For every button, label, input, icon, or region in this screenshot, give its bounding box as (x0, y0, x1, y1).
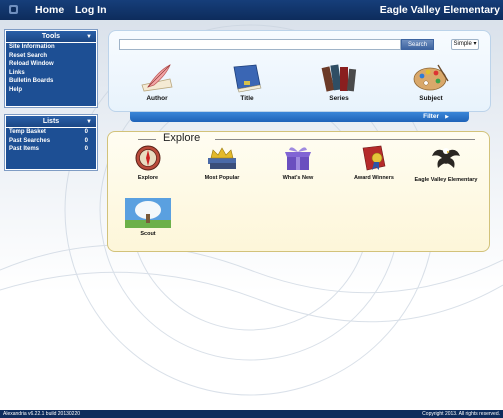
tools-title: Tools (41, 33, 61, 40)
explore-item-whats-new[interactable]: What's New (258, 144, 338, 181)
search-category-label: Series (329, 95, 349, 102)
lists-panel-header[interactable]: Lists ▼ (6, 116, 96, 128)
new-gift-icon (285, 147, 311, 170)
site-title: Eagle Valley Elementary (379, 4, 500, 16)
search-panel: Search Simple ▾ Author Title Series Subj… (108, 30, 491, 112)
version-text: Alexandria v6.22.1 build 20130220 (3, 411, 81, 417)
explore-item-award-winners[interactable]: Award Winners (334, 144, 414, 181)
explore-title: Explore (163, 132, 201, 144)
palette-icon (413, 64, 449, 91)
search-button[interactable]: Search (401, 39, 434, 50)
search-category-series[interactable]: Series (309, 61, 369, 102)
filter-bar[interactable]: Filter ▶ (130, 112, 469, 122)
explore-item-label: Scout (140, 231, 156, 237)
lists-panel: Lists ▼ Temp Basket 0 Past Searches 0 Pa… (5, 115, 97, 170)
search-category-label: Author (146, 95, 168, 102)
crown-books-icon (208, 147, 236, 169)
explore-item-label: Explore (137, 175, 159, 181)
quill-pen-icon (141, 64, 173, 92)
list-item-label: Past Searches (9, 137, 51, 144)
tools-panel-header[interactable]: Tools ▼ (6, 31, 96, 43)
divider (138, 139, 156, 140)
tools-panel: Tools ▼ Site Information Reset Search Re… (5, 30, 97, 107)
books-stack-icon (321, 64, 357, 92)
list-item-temp-basket[interactable]: Temp Basket 0 (6, 128, 96, 137)
chevron-down-icon[interactable]: ▼ (86, 31, 92, 43)
list-item-count: 0 (84, 129, 88, 135)
list-item-label: Temp Basket (9, 129, 46, 135)
list-item-past-items[interactable]: Past Items 0 (6, 145, 96, 154)
explore-item-eagle-valley[interactable]: Eagle Valley Elementary (406, 144, 486, 183)
home-icon[interactable] (9, 5, 18, 14)
explore-item-label: Award Winners (354, 175, 394, 181)
tool-item-site-information[interactable]: Site Information (6, 43, 96, 52)
list-item-count: 0 (84, 137, 88, 144)
book-icon (233, 64, 262, 93)
tool-item-links[interactable]: Links (6, 69, 96, 78)
eagle-icon (432, 148, 460, 168)
explore-panel: Explore Explore Most Popular What's New (107, 131, 490, 252)
chevron-down-icon: ▾ (471, 41, 477, 47)
award-ribbon-icon (362, 145, 386, 171)
filter-label: Filter (423, 113, 439, 120)
arrow-right-icon: ▶ (445, 114, 449, 120)
list-item-count: 0 (84, 146, 88, 152)
list-item-past-searches[interactable]: Past Searches 0 (6, 137, 96, 146)
search-input[interactable] (119, 39, 401, 50)
footer: Alexandria v6.22.1 build 20130220 Copyri… (0, 410, 503, 418)
tool-item-help[interactable]: Help (6, 86, 96, 95)
search-category-label: Title (240, 95, 254, 102)
search-category-subject[interactable]: Subject (401, 61, 461, 102)
tool-item-bulletin-boards[interactable]: Bulletin Boards (6, 77, 96, 86)
compass-icon (135, 145, 161, 171)
top-bar: Home Log In Eagle Valley Elementary (0, 0, 503, 20)
search-mode-select[interactable]: Simple ▾ (451, 39, 479, 50)
divider (215, 139, 475, 140)
lists-title: Lists (42, 118, 60, 125)
explore-item-label: Eagle Valley Elementary (414, 177, 478, 183)
copyright-text: Copyright 2013. All rights reserved. (422, 411, 500, 417)
list-item-label: Past Items (9, 146, 40, 152)
chevron-down-icon[interactable]: ▼ (86, 116, 92, 128)
explore-item-most-popular[interactable]: Most Popular (182, 144, 262, 181)
explore-item-label: What's New (282, 175, 314, 181)
tool-item-reload-window[interactable]: Reload Window (6, 60, 96, 69)
tree-icon (125, 198, 171, 228)
explore-item-label: Most Popular (204, 175, 240, 181)
search-category-title[interactable]: Title (217, 61, 277, 102)
login-link[interactable]: Log In (75, 4, 107, 16)
search-mode-label: Simple (453, 41, 472, 47)
home-link[interactable]: Home (35, 4, 64, 16)
search-category-label: Subject (419, 95, 443, 102)
tool-item-reset-search[interactable]: Reset Search (6, 52, 96, 61)
search-category-author[interactable]: Author (127, 61, 187, 102)
explore-item-explore[interactable]: Explore (108, 144, 188, 181)
explore-item-scout[interactable]: Scout (108, 198, 188, 237)
